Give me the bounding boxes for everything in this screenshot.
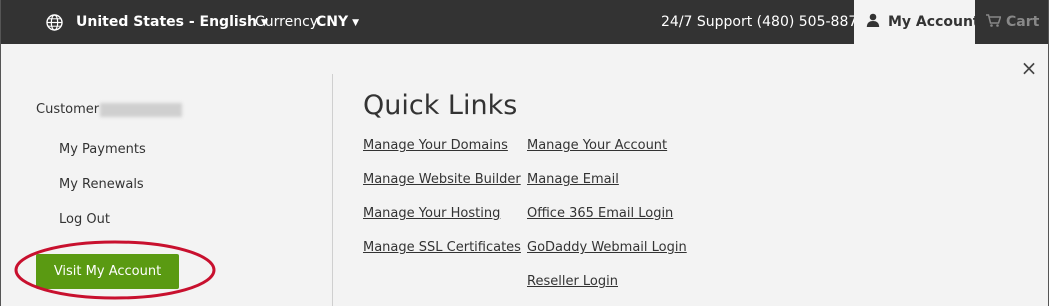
close-icon[interactable]: × [1019, 58, 1039, 78]
language-selector[interactable]: United States - English ▼ [76, 0, 268, 44]
support-phone[interactable]: 24/7 Support (480) 505-8877 [661, 0, 866, 44]
account-dropdown-screenshot: United States - English ▼ Currency CNY ▼… [0, 0, 1049, 306]
customer-label: Customer [36, 102, 100, 117]
globe-icon[interactable] [46, 0, 64, 44]
redacted-customer-number [100, 102, 183, 117]
my-payments-link[interactable]: My Payments [59, 142, 146, 157]
cart-link[interactable]: Cart [986, 0, 1039, 44]
quick-link-reseller-login[interactable]: Reseller Login [527, 274, 618, 289]
language-label: United States - English [76, 14, 257, 30]
my-renewals-link[interactable]: My Renewals [59, 177, 144, 192]
quick-link-manage-domains[interactable]: Manage Your Domains [363, 138, 508, 153]
currency-label: Currency [255, 14, 319, 30]
log-out-link[interactable]: Log Out [59, 212, 110, 227]
top-navigation-bar: United States - English ▼ Currency CNY ▼… [1, 0, 1048, 44]
user-icon [866, 13, 880, 31]
quick-link-manage-account[interactable]: Manage Your Account [527, 138, 667, 153]
cart-label: Cart [1006, 14, 1040, 30]
quick-link-manage-hosting[interactable]: Manage Your Hosting [363, 206, 500, 221]
currency-selector[interactable]: CNY ▼ [316, 0, 359, 44]
customer-info: Customer [36, 102, 183, 117]
chevron-down-icon: ▼ [352, 18, 360, 28]
account-dropdown-panel: × Customer My Payments My Renewals Log O… [1, 44, 1048, 306]
visit-my-account-button[interactable]: Visit My Account [36, 254, 179, 289]
quick-links-title: Quick Links [363, 90, 518, 121]
quick-link-manage-ssl[interactable]: Manage SSL Certificates [363, 240, 521, 255]
quick-link-manage-website-builder[interactable]: Manage Website Builder [363, 172, 521, 187]
cart-icon [986, 13, 1002, 31]
vertical-divider [332, 74, 333, 306]
currency-value: CNY [316, 14, 349, 30]
my-account-label: My Account [888, 14, 980, 30]
quick-link-manage-email[interactable]: Manage Email [527, 172, 619, 187]
quick-link-office365-login[interactable]: Office 365 Email Login [527, 206, 673, 221]
my-account-tab[interactable]: My Account [854, 0, 980, 44]
quick-link-webmail-login[interactable]: GoDaddy Webmail Login [527, 240, 687, 255]
